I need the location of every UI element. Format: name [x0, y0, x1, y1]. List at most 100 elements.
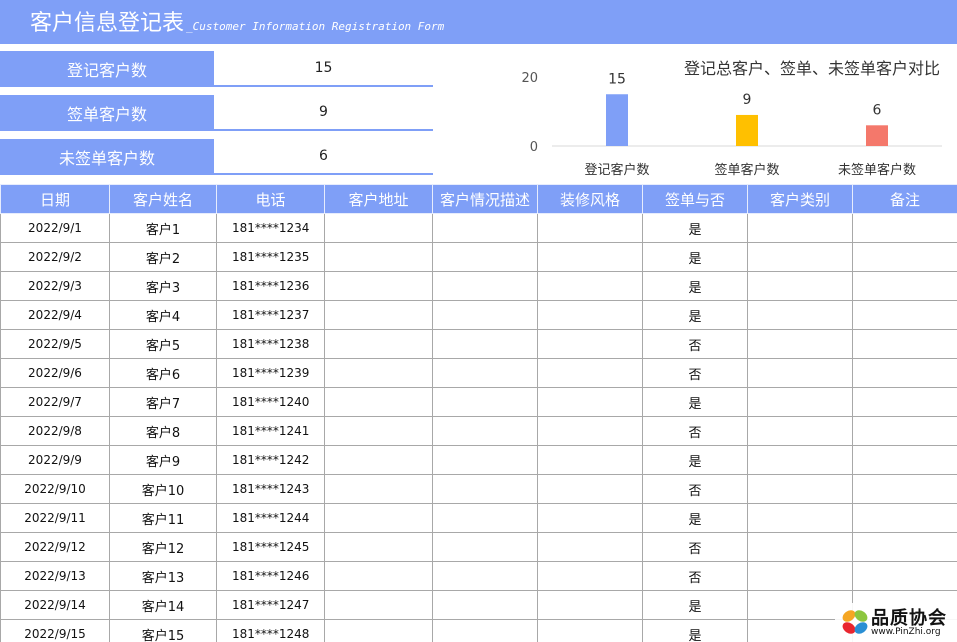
description-cell[interactable]	[432, 561, 538, 591]
style-cell[interactable]	[537, 329, 643, 359]
style-cell[interactable]	[537, 532, 643, 562]
remark-cell[interactable]	[852, 503, 957, 533]
customer-name-cell[interactable]: 客户3	[109, 271, 217, 301]
phone-cell[interactable]: 181****1240	[216, 387, 325, 417]
style-cell[interactable]	[537, 358, 643, 388]
signed-cell[interactable]: 是	[642, 445, 748, 475]
style-cell[interactable]	[537, 213, 643, 243]
customer-name-cell[interactable]: 客户15	[109, 619, 217, 642]
remark-cell[interactable]	[852, 387, 957, 417]
date-cell[interactable]: 2022/9/3	[0, 271, 110, 301]
signed-cell[interactable]: 否	[642, 358, 748, 388]
address-cell[interactable]	[324, 358, 433, 388]
phone-cell[interactable]: 181****1234	[216, 213, 325, 243]
customer-name-cell[interactable]: 客户12	[109, 532, 217, 562]
description-cell[interactable]	[432, 445, 538, 475]
column-header[interactable]: 备注	[852, 184, 957, 214]
customer-name-cell[interactable]: 客户1	[109, 213, 217, 243]
phone-cell[interactable]: 181****1245	[216, 532, 325, 562]
date-cell[interactable]: 2022/9/14	[0, 590, 110, 620]
category-cell[interactable]	[747, 474, 853, 504]
column-header[interactable]: 电话	[216, 184, 325, 214]
description-cell[interactable]	[432, 329, 538, 359]
stat-value-cell[interactable]: 6	[214, 139, 433, 175]
column-header[interactable]: 客户情况描述	[432, 184, 538, 214]
description-cell[interactable]	[432, 590, 538, 620]
customer-name-cell[interactable]: 客户6	[109, 358, 217, 388]
remark-cell[interactable]	[852, 445, 957, 475]
address-cell[interactable]	[324, 300, 433, 330]
address-cell[interactable]	[324, 329, 433, 359]
stat-value-cell[interactable]: 9	[214, 95, 433, 131]
date-cell[interactable]: 2022/9/13	[0, 561, 110, 591]
phone-cell[interactable]: 181****1241	[216, 416, 325, 446]
description-cell[interactable]	[432, 503, 538, 533]
comparison-chart[interactable]: 登记总客户、签单、未签单客户对比 20 0 15 登记客户数 9 签单客户数 6 未签单客户数	[480, 50, 957, 185]
category-cell[interactable]	[747, 242, 853, 272]
style-cell[interactable]	[537, 619, 643, 642]
signed-cell[interactable]: 是	[642, 213, 748, 243]
style-cell[interactable]	[537, 445, 643, 475]
address-cell[interactable]	[324, 242, 433, 272]
customer-name-cell[interactable]: 客户4	[109, 300, 217, 330]
date-cell[interactable]: 2022/9/6	[0, 358, 110, 388]
remark-cell[interactable]	[852, 271, 957, 301]
signed-cell[interactable]: 是	[642, 387, 748, 417]
category-cell[interactable]	[747, 271, 853, 301]
column-header[interactable]: 签单与否	[642, 184, 748, 214]
date-cell[interactable]: 2022/9/12	[0, 532, 110, 562]
signed-cell[interactable]: 是	[642, 590, 748, 620]
description-cell[interactable]	[432, 358, 538, 388]
signed-cell[interactable]: 是	[642, 619, 748, 642]
signed-cell[interactable]: 否	[642, 416, 748, 446]
signed-cell[interactable]: 否	[642, 532, 748, 562]
style-cell[interactable]	[537, 474, 643, 504]
address-cell[interactable]	[324, 561, 433, 591]
description-cell[interactable]	[432, 387, 538, 417]
customer-name-cell[interactable]: 客户10	[109, 474, 217, 504]
phone-cell[interactable]: 181****1238	[216, 329, 325, 359]
phone-cell[interactable]: 181****1239	[216, 358, 325, 388]
signed-cell[interactable]: 否	[642, 474, 748, 504]
description-cell[interactable]	[432, 619, 538, 642]
category-cell[interactable]	[747, 300, 853, 330]
customer-name-cell[interactable]: 客户2	[109, 242, 217, 272]
category-cell[interactable]	[747, 213, 853, 243]
address-cell[interactable]	[324, 445, 433, 475]
description-cell[interactable]	[432, 213, 538, 243]
remark-cell[interactable]	[852, 532, 957, 562]
column-header[interactable]: 日期	[0, 184, 110, 214]
customer-name-cell[interactable]: 客户7	[109, 387, 217, 417]
style-cell[interactable]	[537, 242, 643, 272]
customer-name-cell[interactable]: 客户13	[109, 561, 217, 591]
phone-cell[interactable]: 181****1244	[216, 503, 325, 533]
phone-cell[interactable]: 181****1237	[216, 300, 325, 330]
address-cell[interactable]	[324, 532, 433, 562]
address-cell[interactable]	[324, 213, 433, 243]
address-cell[interactable]	[324, 503, 433, 533]
signed-cell[interactable]: 否	[642, 329, 748, 359]
address-cell[interactable]	[324, 387, 433, 417]
phone-cell[interactable]: 181****1248	[216, 619, 325, 642]
remark-cell[interactable]	[852, 474, 957, 504]
style-cell[interactable]	[537, 271, 643, 301]
address-cell[interactable]	[324, 416, 433, 446]
category-cell[interactable]	[747, 532, 853, 562]
date-cell[interactable]: 2022/9/4	[0, 300, 110, 330]
description-cell[interactable]	[432, 271, 538, 301]
description-cell[interactable]	[432, 242, 538, 272]
remark-cell[interactable]	[852, 358, 957, 388]
remark-cell[interactable]	[852, 242, 957, 272]
category-cell[interactable]	[747, 387, 853, 417]
customer-name-cell[interactable]: 客户5	[109, 329, 217, 359]
address-cell[interactable]	[324, 619, 433, 642]
signed-cell[interactable]: 是	[642, 503, 748, 533]
remark-cell[interactable]	[852, 300, 957, 330]
description-cell[interactable]	[432, 532, 538, 562]
date-cell[interactable]: 2022/9/1	[0, 213, 110, 243]
category-cell[interactable]	[747, 416, 853, 446]
date-cell[interactable]: 2022/9/8	[0, 416, 110, 446]
style-cell[interactable]	[537, 503, 643, 533]
stat-value-cell[interactable]: 15	[214, 51, 433, 87]
date-cell[interactable]: 2022/9/2	[0, 242, 110, 272]
